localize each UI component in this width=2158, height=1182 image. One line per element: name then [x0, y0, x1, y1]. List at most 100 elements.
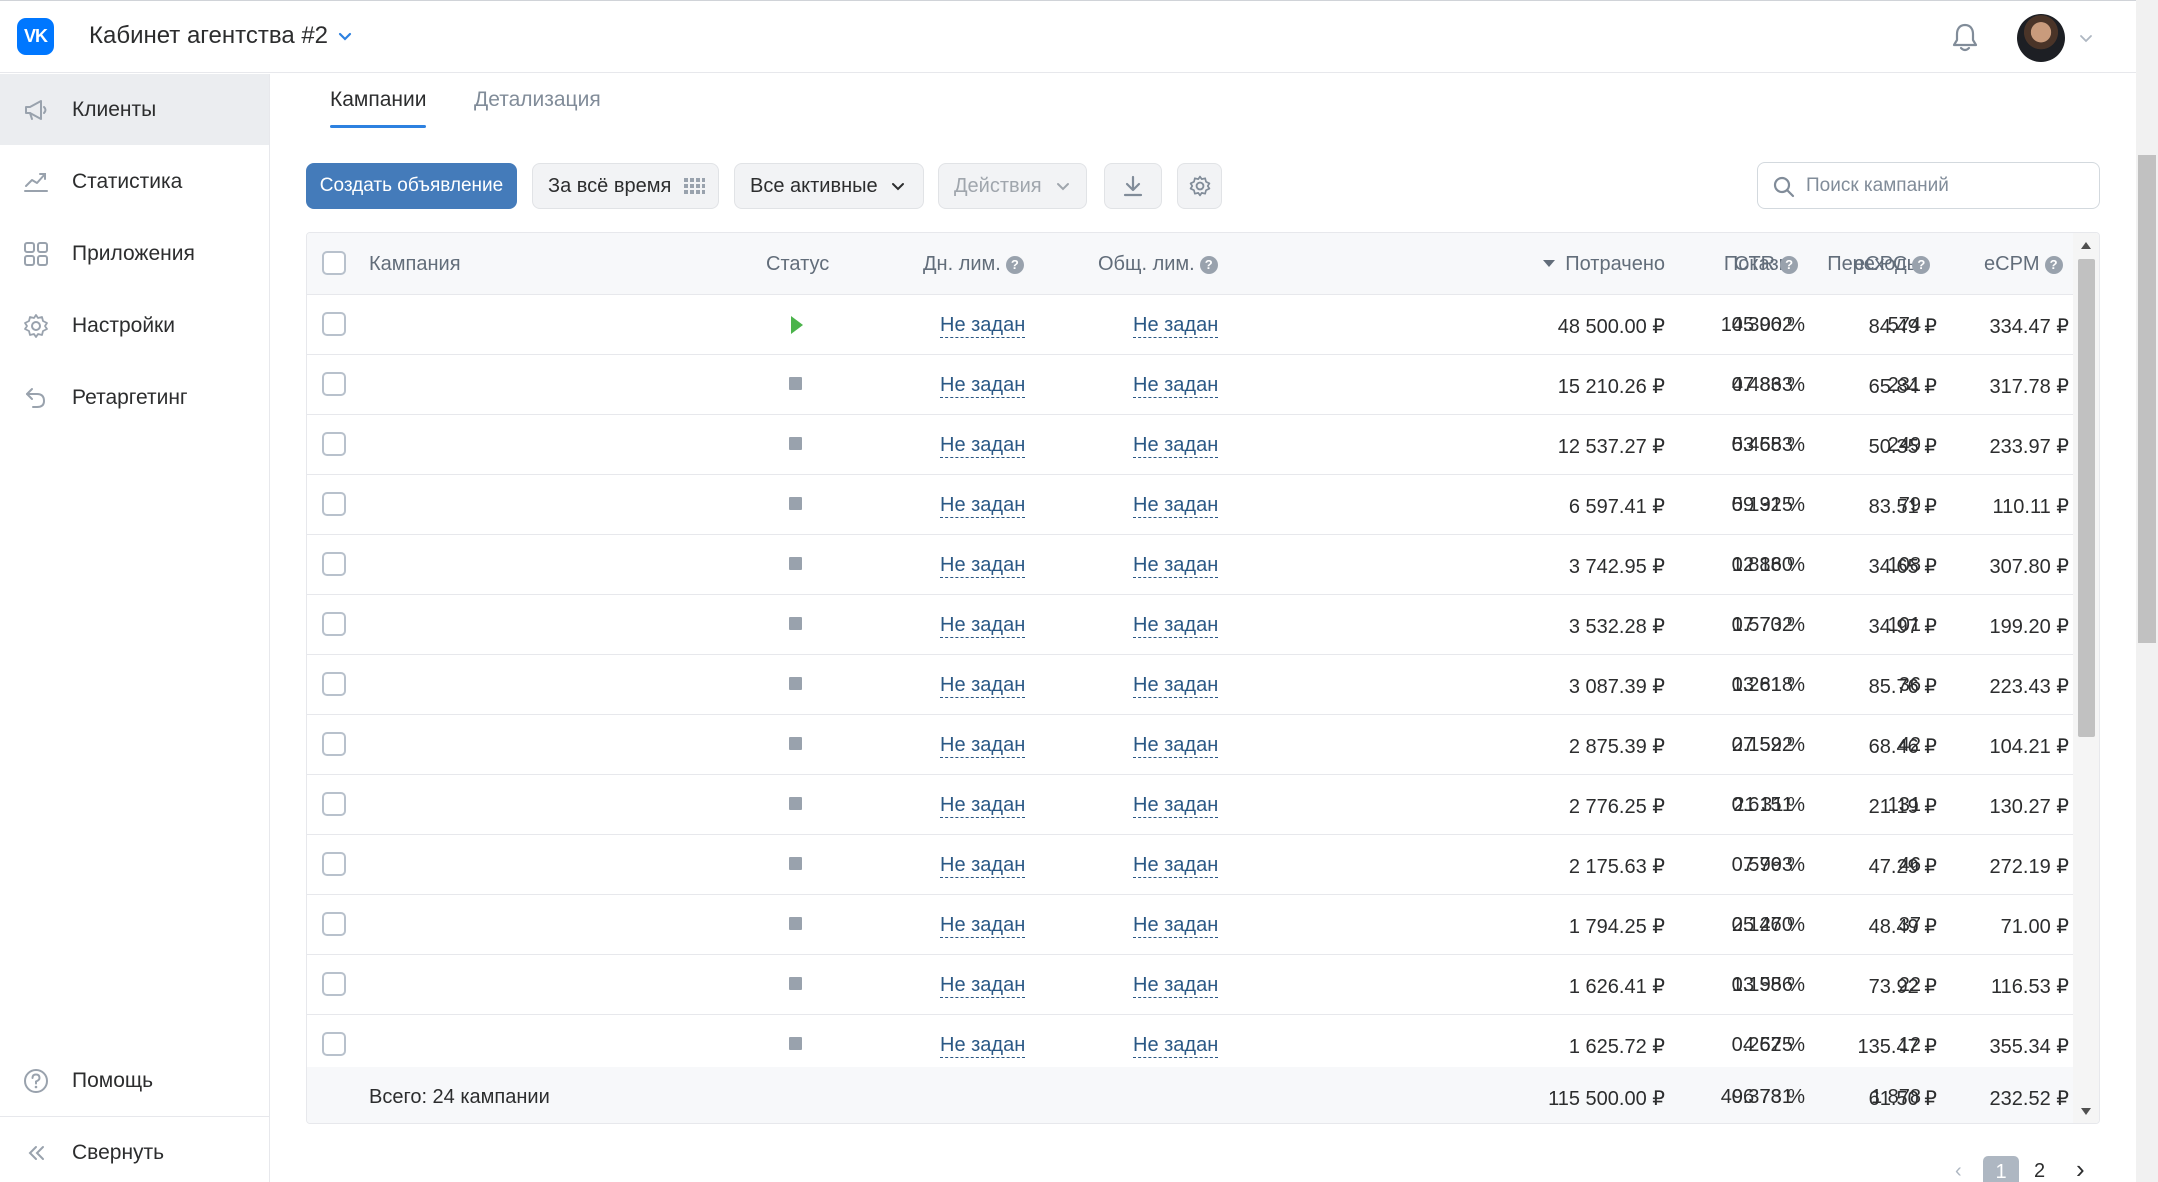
- table-row[interactable]: Не задан Не задан 48 500.00 ₽145 002 574 0.3…: [307, 295, 2073, 355]
- table-row[interactable]: Не задан Не задан 12 537.27 ₽53 583 249 0.46…: [307, 415, 2073, 475]
- daily-limit-link[interactable]: Не задан: [940, 734, 1026, 758]
- table-row[interactable]: Не задан Не задан 6 597.41 ₽59 915 79 0.132 …: [307, 475, 2073, 535]
- table-row[interactable]: Не задан Не задан 3 742.95 ₽12 160 108 0.888…: [307, 535, 2073, 595]
- daily-limit-link[interactable]: Не задан: [940, 974, 1026, 998]
- status-active-play-icon[interactable]: [791, 316, 803, 334]
- status-stopped-icon[interactable]: [789, 797, 802, 810]
- status-stopped-icon[interactable]: [789, 617, 802, 630]
- daily-limit-link[interactable]: Не задан: [940, 494, 1026, 518]
- campaign-search[interactable]: [1757, 162, 2100, 209]
- daily-limit-link[interactable]: Не задан: [940, 374, 1026, 398]
- sidebar-item-clients[interactable]: Клиенты: [0, 74, 269, 145]
- total-limit-link[interactable]: Не задан: [1133, 974, 1219, 998]
- help-icon[interactable]: ?: [1199, 256, 1218, 274]
- pagination-next[interactable]: ›: [2076, 1154, 2085, 1182]
- row-checkbox[interactable]: [322, 552, 346, 576]
- total-limit-link[interactable]: Не задан: [1133, 1034, 1219, 1058]
- row-checkbox[interactable]: [322, 912, 346, 936]
- chevron-down-icon[interactable]: [2078, 30, 2094, 46]
- row-checkbox[interactable]: [322, 312, 346, 336]
- daily-limit-link[interactable]: Не задан: [940, 614, 1026, 638]
- download-button[interactable]: [1104, 163, 1162, 209]
- daily-limit-link[interactable]: Не задан: [940, 674, 1026, 698]
- row-checkbox[interactable]: [322, 672, 346, 696]
- daily-limit-link[interactable]: Не задан: [940, 914, 1026, 938]
- sidebar-item-statistics[interactable]: Статистика: [0, 146, 269, 217]
- pagination-page-current[interactable]: 1: [1983, 1156, 2019, 1182]
- help-icon[interactable]: ?: [1912, 256, 1931, 274]
- tab-details[interactable]: Детализация: [474, 88, 601, 112]
- daily-limit-link[interactable]: Не задан: [940, 854, 1026, 878]
- column-header-ctr[interactable]: CTR?: [1734, 253, 1799, 276]
- table-row[interactable]: Не задан Не задан 3 532.28 ₽17 732 101 0.570…: [307, 595, 2073, 655]
- sidebar-item-settings[interactable]: Настройки: [0, 290, 269, 361]
- scroll-up-arrow-icon[interactable]: [2081, 242, 2091, 249]
- cabinet-title[interactable]: Кабинет агентства #2: [89, 22, 328, 50]
- total-limit-link[interactable]: Не задан: [1133, 434, 1219, 458]
- column-header-campaign[interactable]: Кампания: [369, 253, 461, 276]
- status-stopped-icon[interactable]: [789, 857, 802, 870]
- total-limit-link[interactable]: Не задан: [1133, 914, 1219, 938]
- sidebar-collapse[interactable]: Свернуть: [0, 1117, 269, 1182]
- status-filter-select[interactable]: Все активные: [734, 163, 924, 209]
- total-limit-link[interactable]: Не задан: [1133, 614, 1219, 638]
- status-stopped-icon[interactable]: [789, 437, 802, 450]
- status-stopped-icon[interactable]: [789, 977, 802, 990]
- scroll-down-arrow-icon[interactable]: [2081, 1108, 2091, 1115]
- column-header-spent[interactable]: Потрачено: [1543, 253, 1665, 276]
- column-header-status[interactable]: Статус: [766, 253, 829, 276]
- total-limit-link[interactable]: Не задан: [1133, 314, 1219, 338]
- vk-logo-icon[interactable]: VK: [17, 18, 54, 55]
- table-settings-button[interactable]: [1177, 163, 1222, 209]
- total-limit-link[interactable]: Не задан: [1133, 854, 1219, 878]
- create-ad-button[interactable]: Создать объявление: [306, 163, 517, 209]
- total-limit-link[interactable]: Не задан: [1133, 734, 1219, 758]
- column-header-total-limit[interactable]: Общ. лим.?: [1098, 253, 1218, 276]
- table-row[interactable]: Не задан Не задан 2 875.39 ₽27 592 42 0.152 …: [307, 715, 2073, 775]
- row-checkbox[interactable]: [322, 1032, 346, 1056]
- tab-campaigns[interactable]: Кампании: [330, 88, 426, 112]
- table-row[interactable]: Не задан Не задан 3 087.39 ₽13 818 36 0.261 …: [307, 655, 2073, 715]
- status-stopped-icon[interactable]: [789, 1037, 802, 1050]
- row-checkbox[interactable]: [322, 612, 346, 636]
- bell-icon[interactable]: [1946, 18, 1984, 56]
- table-row[interactable]: Не задан Не задан 1 794.25 ₽25 270 37 0.146 …: [307, 895, 2073, 955]
- total-limit-link[interactable]: Не задан: [1133, 374, 1219, 398]
- daily-limit-link[interactable]: Не задан: [940, 794, 1026, 818]
- row-checkbox[interactable]: [322, 792, 346, 816]
- status-stopped-icon[interactable]: [789, 917, 802, 930]
- help-icon[interactable]: ?: [1780, 256, 1799, 274]
- actions-dropdown[interactable]: Действия: [938, 163, 1087, 209]
- search-input[interactable]: [1806, 171, 2086, 201]
- row-checkbox[interactable]: [322, 732, 346, 756]
- select-all-checkbox[interactable]: [322, 251, 346, 275]
- table-scrollbar-thumb[interactable]: [2078, 259, 2095, 737]
- chevron-down-icon[interactable]: [336, 27, 354, 45]
- help-icon[interactable]: ?: [2044, 256, 2063, 274]
- sidebar-item-help[interactable]: Помощь: [0, 1045, 269, 1116]
- daily-limit-link[interactable]: Не задан: [940, 1034, 1026, 1058]
- total-limit-link[interactable]: Не задан: [1133, 494, 1219, 518]
- row-checkbox[interactable]: [322, 372, 346, 396]
- daily-limit-link[interactable]: Не задан: [940, 314, 1026, 338]
- total-limit-link[interactable]: Не задан: [1133, 554, 1219, 578]
- help-icon[interactable]: ?: [1005, 256, 1024, 274]
- table-row[interactable]: Не задан Не задан 2 776.25 ₽21 311 131 0.615…: [307, 775, 2073, 835]
- status-stopped-icon[interactable]: [789, 557, 802, 570]
- row-checkbox[interactable]: [322, 432, 346, 456]
- status-stopped-icon[interactable]: [789, 737, 802, 750]
- row-checkbox[interactable]: [322, 972, 346, 996]
- avatar[interactable]: [2017, 14, 2065, 62]
- total-limit-link[interactable]: Не задан: [1133, 674, 1219, 698]
- status-stopped-icon[interactable]: [789, 677, 802, 690]
- table-row[interactable]: Не задан Не задан 1 626.41 ₽13 956 22 0.158 …: [307, 955, 2073, 1015]
- table-row[interactable]: Не задан Не задан 1 625.72 ₽4 575 12 0.262 %…: [307, 1015, 2073, 1075]
- row-checkbox[interactable]: [322, 852, 346, 876]
- daily-limit-link[interactable]: Не задан: [940, 554, 1026, 578]
- column-header-ecpm[interactable]: eCPM?: [1984, 253, 2063, 276]
- page-scrollbar-thumb[interactable]: [2138, 155, 2156, 643]
- column-header-daily-limit[interactable]: Дн. лим.?: [923, 253, 1024, 276]
- pagination-page[interactable]: 2: [2034, 1160, 2045, 1182]
- column-header-ecpc[interactable]: eCPC?: [1854, 253, 1931, 276]
- table-row[interactable]: Не задан Не задан 15 210.26 ₽47 863 231 0.48…: [307, 355, 2073, 415]
